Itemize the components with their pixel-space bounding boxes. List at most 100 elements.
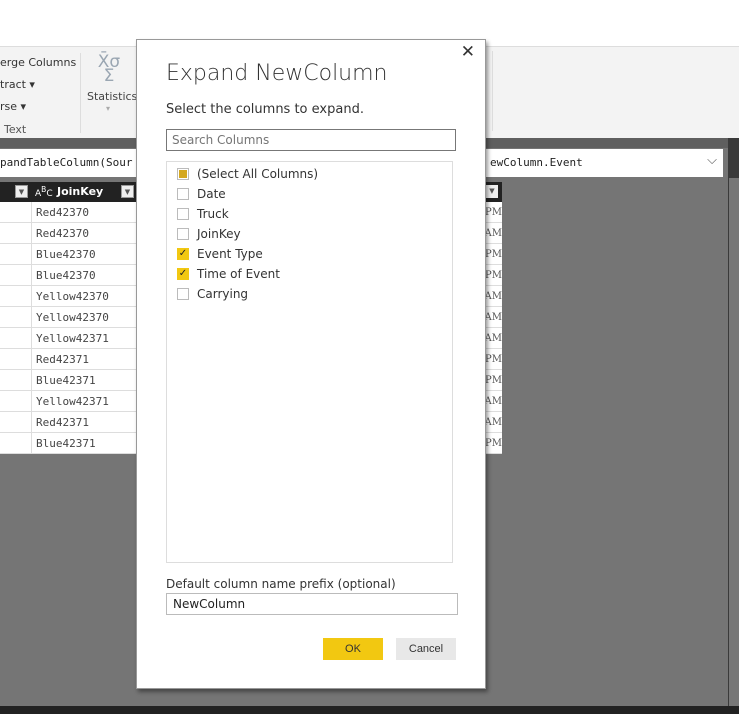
statistics-button[interactable]: Statistics	[87, 90, 137, 103]
checkbox[interactable]: ✓	[177, 248, 189, 260]
table-cell	[0, 223, 32, 244]
joinkey-cell: Red42370	[36, 206, 89, 219]
ok-button[interactable]: OK	[323, 638, 383, 660]
ribbon-separator	[492, 51, 493, 131]
column-option[interactable]: (Select All Columns)	[177, 165, 318, 183]
time-cell: AM	[486, 412, 502, 433]
data-table: ▼ ABC JoinKey ▼ Red42370 Red42370 Blue4237…	[0, 182, 136, 454]
column-header-joinkey[interactable]: JoinKey	[57, 185, 103, 198]
search-columns-input[interactable]	[166, 129, 456, 151]
close-icon[interactable]: ✕	[461, 42, 475, 62]
column-option-label: Event Type	[197, 247, 263, 261]
table-row: Blue42370	[0, 244, 136, 265]
table-cell	[0, 391, 32, 412]
joinkey-cell: Blue42371	[36, 437, 96, 450]
prefix-label: Default column name prefix (optional)	[166, 577, 396, 591]
statistics-icon: X̄σ Σ	[97, 52, 121, 86]
joinkey-cell: Red42371	[36, 416, 89, 429]
table-header: ▼	[486, 182, 502, 202]
status-bar	[0, 706, 739, 714]
time-cell: PM	[486, 433, 502, 454]
ribbon-group-text: Text	[4, 123, 27, 136]
expand-dialog: ✕ Expand NewColumn Select the columns to…	[136, 39, 486, 689]
time-cell: PM	[486, 370, 502, 391]
formula-text-left: pandTableColumn(Sour	[0, 156, 133, 169]
checkbox[interactable]	[177, 188, 189, 200]
joinkey-cell: Red42370	[36, 227, 89, 240]
column-option[interactable]: JoinKey	[177, 225, 241, 243]
time-cell: AM	[486, 391, 502, 412]
table-cell	[0, 202, 32, 223]
column-filter-icon[interactable]: ▼	[121, 185, 134, 198]
table-row: Blue42371	[0, 433, 136, 454]
extract-button[interactable]: tract ▾	[0, 78, 35, 91]
table-row: Red42370	[0, 202, 136, 223]
table-row: Yellow42371	[0, 328, 136, 349]
table-cell	[0, 244, 32, 265]
joinkey-cell: Blue42371	[36, 374, 96, 387]
table-row: Yellow42370	[0, 286, 136, 307]
text-type-icon[interactable]: ABC	[35, 185, 53, 199]
table-cell	[0, 433, 32, 454]
dialog-title: Expand NewColumn	[166, 61, 388, 86]
time-cell: PM	[486, 265, 502, 286]
statistics-dropdown-icon[interactable]: ▾	[106, 104, 110, 113]
table-cell	[0, 412, 32, 433]
table-row: Blue42371	[0, 370, 136, 391]
table-row: Blue42370	[0, 265, 136, 286]
table-cell	[0, 349, 32, 370]
time-cell: PM	[486, 244, 502, 265]
column-option[interactable]: Carrying	[177, 285, 248, 303]
column-option-label: Truck	[197, 207, 229, 221]
checkbox[interactable]	[177, 208, 189, 220]
cancel-button[interactable]: Cancel	[396, 638, 456, 660]
prefix-input[interactable]	[166, 593, 458, 615]
joinkey-cell: Blue42370	[36, 248, 96, 261]
column-option-label: Time of Event	[197, 267, 280, 281]
table-header: ▼ ABC JoinKey ▼	[0, 182, 136, 202]
time-cell: AM	[486, 286, 502, 307]
column-option-label: Date	[197, 187, 226, 201]
time-cell: AM	[486, 307, 502, 328]
table-row: Yellow42371	[0, 391, 136, 412]
column-option-label: Carrying	[197, 287, 249, 301]
parse-button[interactable]: rse ▾	[0, 100, 26, 113]
column-list: (Select All Columns) Date Truck JoinKey ✓ Eve…	[166, 161, 453, 563]
time-cell: AM	[486, 328, 502, 349]
table-cell	[0, 370, 32, 391]
table-row: Red42371	[0, 349, 136, 370]
right-table-column: ▼ PM AM PM PM AM AM AM PM PM AM AM PM	[486, 182, 502, 454]
table-row: Red42370	[0, 223, 136, 244]
table-cell	[0, 265, 32, 286]
joinkey-cell: Yellow42371	[36, 395, 109, 408]
column-option-label: JoinKey	[197, 227, 241, 241]
column-option[interactable]: Date	[177, 185, 226, 203]
time-cell: PM	[486, 349, 502, 370]
joinkey-cell: Yellow42370	[36, 290, 109, 303]
joinkey-cell: Blue42370	[36, 269, 96, 282]
column-option[interactable]: ✓ Time of Event	[177, 265, 280, 283]
time-cell: PM	[486, 202, 502, 223]
table-cell	[0, 328, 32, 349]
column-filter-icon[interactable]: ▼	[15, 185, 28, 198]
merge-columns-button[interactable]: erge Columns	[0, 56, 76, 69]
checkbox[interactable]: ✓	[177, 268, 189, 280]
checkbox[interactable]	[177, 168, 189, 180]
joinkey-cell: Yellow42370	[36, 311, 109, 324]
expand-formula-icon[interactable]: ⌵	[707, 153, 717, 168]
table-row: Yellow42370	[0, 307, 136, 328]
column-filter-icon[interactable]: ▼	[486, 185, 498, 198]
ribbon-separator	[80, 53, 81, 133]
checkbox[interactable]	[177, 228, 189, 240]
column-option[interactable]: Truck	[177, 205, 229, 223]
joinkey-cell: Yellow42371	[36, 332, 109, 345]
table-cell	[0, 286, 32, 307]
checkbox[interactable]	[177, 288, 189, 300]
table-row: Red42371	[0, 412, 136, 433]
column-option-label: (Select All Columns)	[197, 167, 319, 181]
time-cell: AM	[486, 223, 502, 244]
column-option[interactable]: ✓ Event Type	[177, 245, 263, 263]
table-cell	[0, 307, 32, 328]
scrollbar-area[interactable]	[729, 178, 739, 708]
dialog-subtitle: Select the columns to expand.	[166, 102, 364, 117]
